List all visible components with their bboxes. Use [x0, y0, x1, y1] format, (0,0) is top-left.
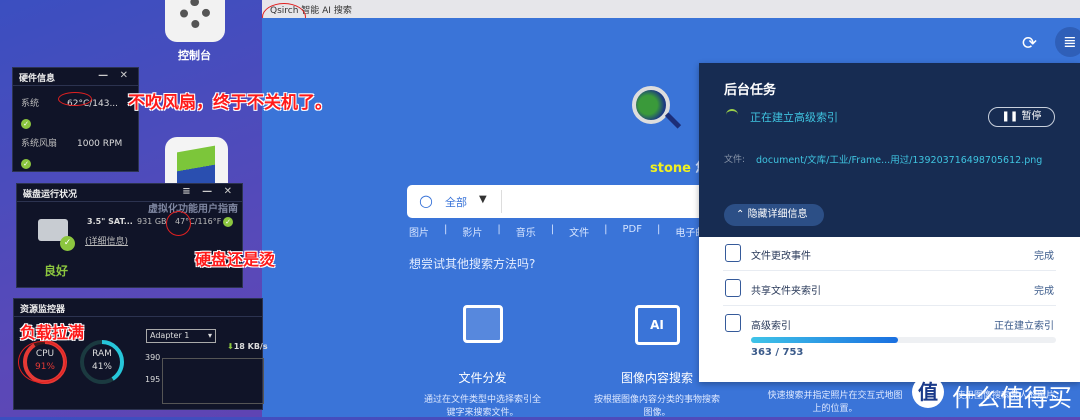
annotation-fan: 不吹风扇，终于不关机了。: [128, 93, 332, 113]
progress-fill: [751, 337, 899, 343]
task-label: 共享文件夹索引: [751, 286, 821, 297]
widget-title: 硬件信息: [19, 74, 56, 84]
annotation-circle: [166, 211, 191, 236]
feature-title: 文件分发: [458, 371, 507, 385]
gear-icon: [180, 0, 210, 28]
download-arrow-icon: ⬇: [227, 342, 234, 351]
file-label: 文件:: [724, 155, 746, 165]
search-input[interactable]: [507, 189, 697, 214]
pause-button[interactable]: ❚❚ 暂停: [988, 107, 1055, 127]
details-link[interactable]: (详细信息): [85, 234, 128, 247]
background-tasks-icon[interactable]: ≣: [1055, 27, 1080, 57]
hide-details-button[interactable]: ⌃ 隐藏详细信息: [724, 204, 824, 226]
annotation-load: 负载拉满: [20, 323, 85, 342]
task-label: 高级索引: [751, 321, 791, 332]
row-label: 系统风扇: [21, 139, 58, 149]
control-panel-label: 控制台: [178, 49, 211, 62]
category-music[interactable]: 音乐: [516, 224, 536, 239]
download-value: 18 KB/s: [233, 342, 268, 351]
ram-label: RAM: [92, 349, 112, 359]
task-row: 高级索引 正在建立索引 363 / 753: [723, 307, 1056, 367]
file-search-icon: [462, 305, 503, 343]
y-tick: 195: [145, 375, 161, 384]
widget-title: 磁盘运行状况: [23, 190, 78, 200]
progress-bar: [751, 337, 1056, 343]
category-videos[interactable]: 影片: [462, 224, 482, 239]
disk-name: 3.5" SAT...: [87, 217, 133, 226]
watermark: 什么值得买: [952, 384, 1072, 412]
hw-row-fan: 系统风扇 1000 RPM ✓: [21, 134, 130, 174]
divider: [501, 190, 502, 213]
category-list: 图片 | 影片 | 音乐 | 文件 | PDF | 电子邮件: [409, 224, 716, 239]
category-documents[interactable]: 文件: [569, 224, 589, 239]
widget-controls[interactable]: ≡ — ✕: [182, 186, 236, 197]
try-other-heading: 想尝试其他搜索方法吗?: [409, 257, 536, 271]
network-chart: [162, 358, 264, 404]
refresh-icon[interactable]: ⟳: [1022, 33, 1037, 54]
category-pdf[interactable]: PDF: [623, 224, 642, 239]
widget-title: 资源监控器: [20, 305, 66, 315]
search-bar: ○ 全部 ▼: [407, 185, 707, 218]
folder-sync-icon: [725, 279, 741, 297]
check-icon: ✓: [60, 236, 75, 251]
disk-health-widget: 磁盘运行状况 ≡ — ✕ ✓ 良好 3.5" SAT... 931 GB 47°C…: [16, 183, 243, 288]
pause-label: 暂停: [1021, 111, 1042, 122]
annotation-circle: [58, 92, 92, 106]
download-rate: ⬇18 KB/s: [227, 342, 268, 351]
virtualization-app-label[interactable]: 虚拟化功能用户指南: [148, 200, 238, 215]
task-row: 文件更改事件 完成: [723, 237, 1056, 271]
progress-text: 363 / 753: [751, 347, 804, 358]
control-panel-icon[interactable]: [165, 0, 225, 42]
disk-size: 931 GB: [137, 217, 167, 226]
adapter-value: Adapter 1: [150, 331, 190, 340]
ai-image-icon: AI: [634, 305, 680, 345]
adapter-select[interactable]: Adapter 1 ▾: [146, 329, 216, 343]
annotation-circle: [18, 341, 66, 383]
search-scope[interactable]: 全部: [445, 194, 467, 210]
file-sync-icon: [725, 244, 741, 262]
hide-details-label: 隐藏详细信息: [747, 209, 808, 220]
y-tick: 390: [145, 353, 161, 362]
hardware-info-widget: 硬件信息 — ✕ 系统 62°C/143... ✓ 系统风扇 1000 RPM ✓: [12, 67, 139, 172]
search-icon: ○: [419, 191, 433, 210]
task-status: 完成: [1034, 286, 1054, 297]
task-status: 正在建立索引: [994, 321, 1054, 332]
row-value: 1000 RPM: [77, 139, 123, 149]
widget-controls[interactable]: — ✕: [98, 70, 132, 81]
disk-status: 良好: [44, 264, 69, 278]
annotation-disk: 硬盘还是烫: [195, 250, 276, 269]
ram-value: 41%: [91, 362, 112, 372]
feature-desc: 按根据图像内容分类的事物搜索图像。: [593, 395, 720, 418]
feature-file-distribution[interactable]: 文件分发 通过在文件类型中选择索引全键字来搜索文件。: [420, 305, 545, 420]
feature-map-desc: 快速搜索并指定照片在交互式地图上的位置。: [767, 391, 903, 414]
feature-desc: 通过在文件类型中选择索引全键字来搜索文件。: [423, 395, 541, 418]
chevron-down-icon[interactable]: ▼: [479, 194, 487, 205]
file-path: document/文库/工业/Frame...用过/13920371649870…: [756, 155, 1043, 166]
title-bar: [262, 0, 1080, 18]
background-tasks-panel: 后台任务 正在建立高级索引 ❚❚ 暂停 文件: document/文库/工业/F…: [699, 63, 1080, 382]
current-task: 正在建立高级索引: [750, 111, 838, 124]
greeting-user: stone: [650, 161, 691, 176]
check-icon: ✓: [223, 217, 233, 227]
ai-index-icon: [725, 314, 741, 332]
spinner-icon: [726, 109, 738, 121]
check-icon: ✓: [21, 159, 31, 169]
category-images[interactable]: 图片: [409, 224, 429, 239]
watermark-logo-icon: 值: [912, 376, 944, 408]
panel-title: 后台任务: [724, 83, 777, 98]
task-label: 文件更改事件: [751, 251, 811, 262]
task-row: 共享文件夹索引 完成: [723, 272, 1056, 306]
task-status: 完成: [1034, 251, 1054, 262]
check-icon: ✓: [21, 119, 31, 129]
qsirch-logo-icon: [632, 86, 670, 124]
